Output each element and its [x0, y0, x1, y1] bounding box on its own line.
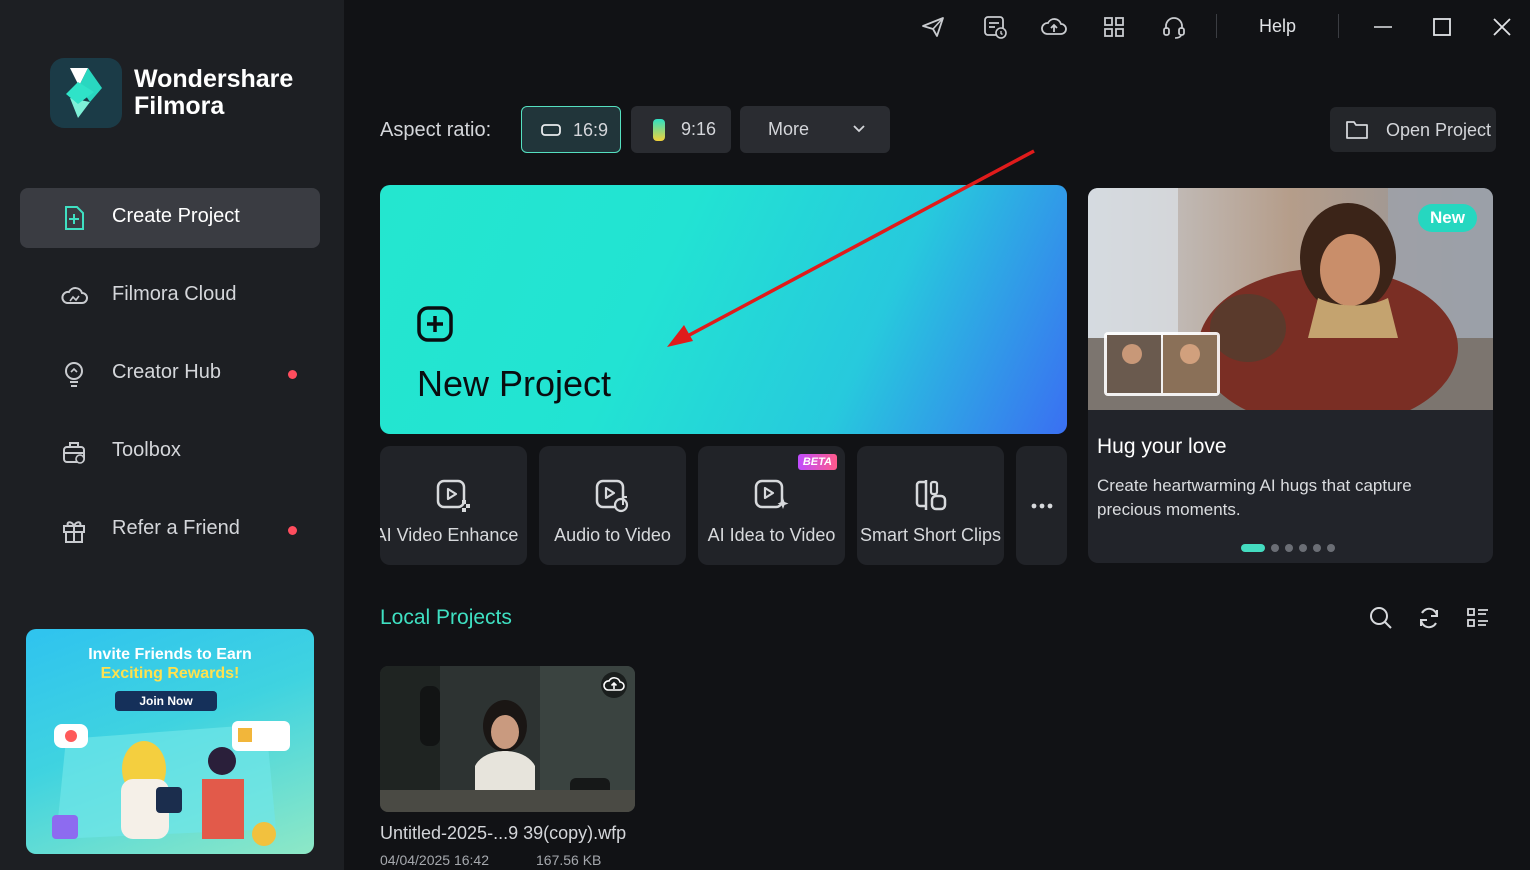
brand-name-line2: Filmora [134, 92, 225, 120]
lightbulb-icon [60, 360, 88, 388]
feature-card-hug[interactable]: New Hug your love Create heartwarming AI… [1088, 188, 1493, 563]
feature-title: Hug your love [1097, 435, 1227, 458]
sidebar-item-create-project[interactable]: Create Project [20, 188, 320, 248]
minimize-icon[interactable] [1370, 14, 1396, 40]
maximize-icon[interactable] [1429, 14, 1455, 40]
new-badge: New [1418, 204, 1477, 232]
app-logo: Wondershare Filmora [50, 58, 293, 128]
close-icon[interactable] [1489, 14, 1515, 40]
plus-square-icon [60, 204, 88, 232]
carousel-dots [1241, 544, 1335, 552]
sidebar-item-label: Toolbox [112, 439, 181, 461]
folder-icon [1345, 118, 1369, 140]
tool-label: Smart Short Clips [859, 525, 1002, 545]
aspect-ratio-label: Aspect ratio: [380, 119, 492, 141]
open-project-button[interactable]: Open Project [1330, 107, 1496, 152]
carousel-dot[interactable] [1313, 544, 1321, 552]
cloud-icon [60, 282, 88, 310]
aspect-more-label: More [768, 119, 810, 139]
carousel-dot[interactable] [1299, 544, 1307, 552]
project-preview-image [380, 666, 635, 812]
portrait-ratio-icon [651, 118, 667, 142]
titlebar-divider [1338, 14, 1339, 38]
tool-label: AI Video Enhance [380, 525, 519, 545]
carousel-dot[interactable] [1271, 544, 1279, 552]
notification-dot [288, 526, 297, 535]
tool-audio-to-video[interactable]: Audio to Video [539, 446, 686, 565]
idea-to-video-icon [753, 476, 791, 514]
tool-label: AI Idea to Video [707, 525, 836, 545]
aspect-9-16-button[interactable]: 9:16 [631, 106, 731, 153]
filmora-logo-icon [50, 58, 122, 128]
titlebar-divider [1216, 14, 1217, 38]
aspect-9-16-label: 9:16 [681, 119, 717, 139]
sidebar-item-label: Creator Hub [112, 361, 221, 383]
sidebar-item-filmora-cloud[interactable]: Filmora Cloud [20, 266, 320, 326]
send-icon[interactable] [920, 14, 946, 40]
project-thumbnail[interactable] [380, 666, 635, 812]
project-file-date: 04/04/2025 16:42 [380, 852, 489, 868]
help-button[interactable]: Help [1259, 16, 1296, 37]
sidebar-item-refer-a-friend[interactable]: Refer a Friend [20, 500, 320, 560]
chevron-down-icon [852, 123, 866, 135]
sidebar-item-label: Refer a Friend [112, 517, 240, 539]
apps-grid-icon[interactable] [1101, 14, 1127, 40]
sidebar-item-creator-hub[interactable]: Creator Hub [20, 344, 320, 404]
headset-icon[interactable] [1161, 14, 1187, 40]
local-projects-title: Local Projects [380, 606, 512, 629]
search-icon[interactable] [1368, 605, 1394, 631]
project-file-size: 167.56 KB [536, 852, 602, 868]
tool-label: Audio to Video [554, 525, 671, 545]
sidebar-item-label: Filmora Cloud [112, 283, 237, 305]
add-project-icon [416, 305, 454, 343]
tool-smart-short-clips[interactable]: Smart Short Clips [857, 446, 1004, 565]
project-file-name[interactable]: Untitled-2025-...9 39(copy).wfp [380, 823, 626, 844]
cloud-upload-icon[interactable] [601, 672, 627, 698]
aspect-16-9-button[interactable]: 16:9 [521, 106, 621, 153]
more-tools-button[interactable] [1016, 446, 1067, 565]
sidebar: Wondershare Filmora Create Project Filmo… [0, 0, 344, 870]
referral-promo-banner[interactable]: Invite Friends to Earn Exciting Rewards!… [26, 629, 314, 854]
carousel-dot[interactable] [1285, 544, 1293, 552]
carousel-dot[interactable] [1241, 544, 1265, 552]
sidebar-item-label: Create Project [112, 205, 240, 227]
audio-to-video-icon [594, 476, 632, 514]
aspect-16-9-label: 16:9 [573, 120, 609, 140]
new-project-label: New Project [417, 363, 612, 404]
feature-description: Create heartwarming AI hugs that capture… [1097, 476, 1412, 519]
short-clips-icon [912, 476, 950, 514]
cloud-upload-icon[interactable] [1041, 14, 1067, 40]
landscape-ratio-icon [541, 123, 561, 137]
beta-badge: BETA [797, 454, 837, 470]
more-horizontal-icon [1031, 503, 1053, 509]
video-enhance-icon [435, 476, 473, 514]
task-list-icon[interactable] [982, 14, 1008, 40]
open-project-label: Open Project [1386, 120, 1492, 140]
gift-icon [60, 516, 88, 544]
tool-ai-video-enhance[interactable]: AI Video Enhance [380, 446, 527, 565]
brand-name-line1: Wondershare [134, 65, 294, 93]
list-view-icon[interactable] [1465, 605, 1491, 631]
tool-ai-idea-to-video[interactable]: BETA AI Idea to Video [698, 446, 845, 565]
carousel-dot[interactable] [1327, 544, 1335, 552]
new-project-button[interactable]: New Project [380, 185, 1067, 434]
aspect-more-dropdown[interactable]: More [740, 106, 890, 153]
notification-dot [288, 370, 297, 379]
toolbox-icon [60, 438, 88, 466]
refresh-icon[interactable] [1416, 605, 1442, 631]
sidebar-item-toolbox[interactable]: Toolbox [20, 422, 320, 482]
promo-illustration [52, 721, 290, 846]
